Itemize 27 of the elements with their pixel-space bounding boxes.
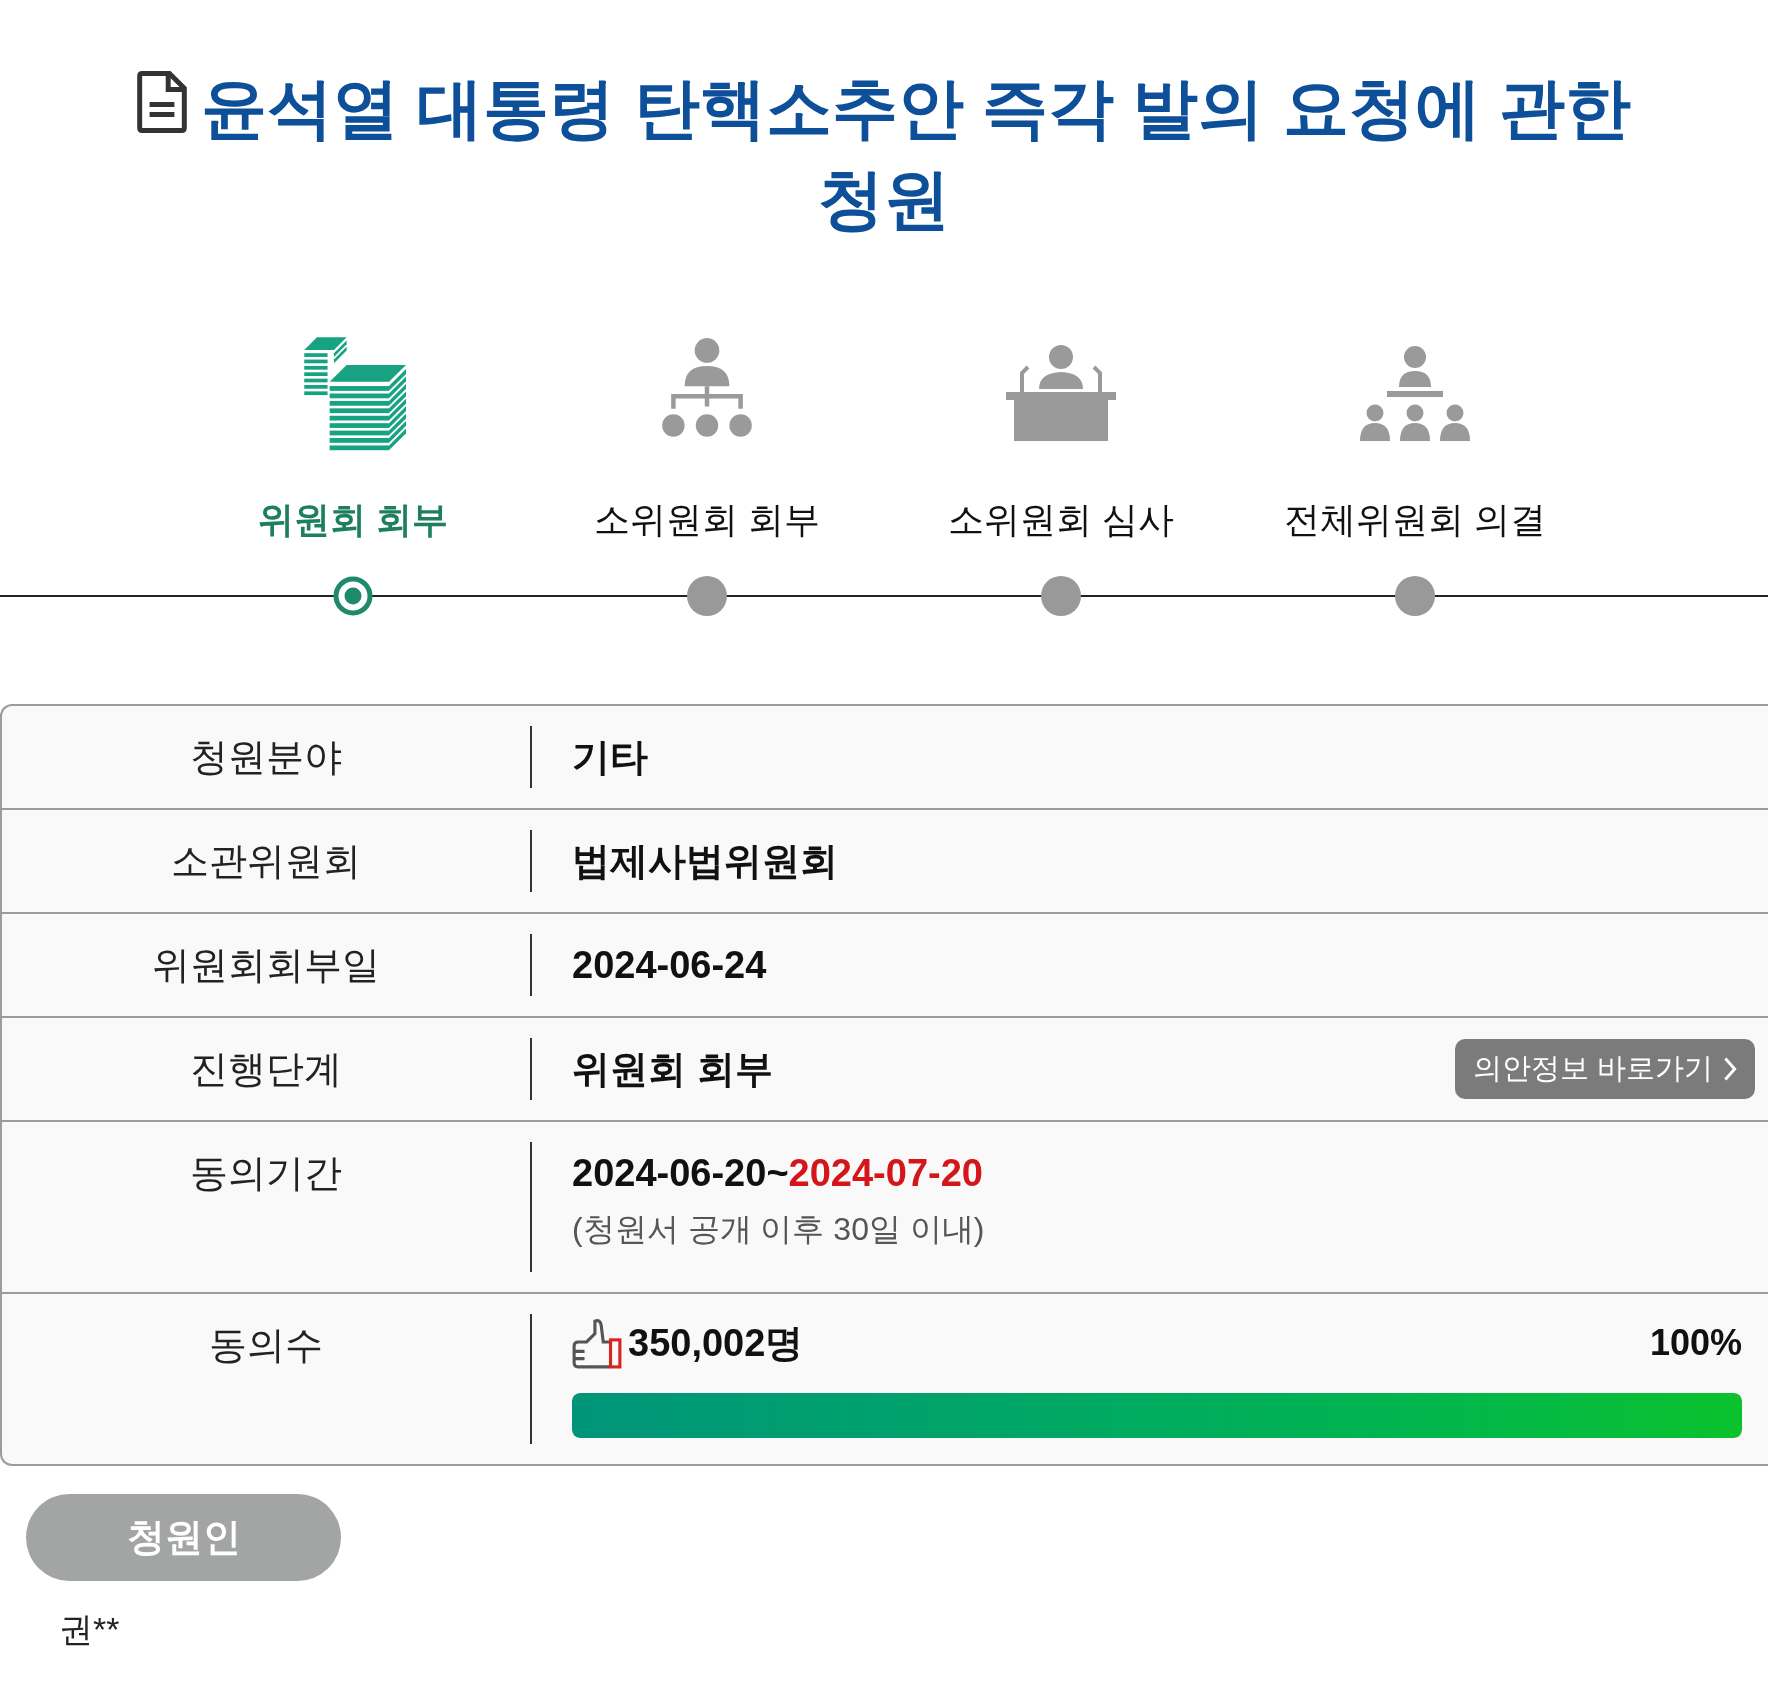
page-title: 윤석열 대통령 탄핵소추안 즉각 발의 요청에 관한 청원	[201, 71, 1631, 236]
field-value: 법제사법위원회	[572, 839, 838, 884]
podium-speaker-icon	[1006, 343, 1116, 443]
agree-percent: 100%	[1649, 1321, 1742, 1365]
petitioner-heading: 청원인	[26, 1494, 341, 1581]
field-label: 동의수	[209, 1323, 323, 1368]
step-label: 전체위원회 의결	[1284, 498, 1546, 542]
field-value: 위원회 회부	[572, 1047, 773, 1092]
field-label: 동의기간	[190, 1151, 342, 1196]
period-note: (청원서 공개 이후 30일 이내)	[572, 1210, 985, 1249]
agree-count: 350,002명	[628, 1321, 804, 1366]
thumbs-up-icon	[572, 1317, 622, 1369]
step-label: 소위원회 심사	[948, 498, 1174, 542]
step-label: 위원회 회부	[258, 498, 448, 542]
bill-info-button[interactable]: 의안정보 바로가기	[1454, 1039, 1755, 1099]
document-icon	[137, 71, 187, 133]
petitioner-name: 권**	[59, 1609, 120, 1650]
field-label: 소관위원회	[171, 839, 361, 884]
chevron-right-icon	[1723, 1056, 1737, 1082]
field-label: 위원회회부일	[152, 943, 380, 988]
field-label: 청원분야	[190, 735, 342, 780]
field-value: 2024-06-24	[572, 943, 767, 988]
field-label: 진행단계	[190, 1047, 342, 1092]
period-end-date: 2024-07-20	[788, 1151, 983, 1196]
field-value: 기타	[572, 735, 648, 780]
period-start-date: 2024-06-20~	[572, 1151, 789, 1196]
step-label: 소위원회 회부	[594, 498, 820, 542]
